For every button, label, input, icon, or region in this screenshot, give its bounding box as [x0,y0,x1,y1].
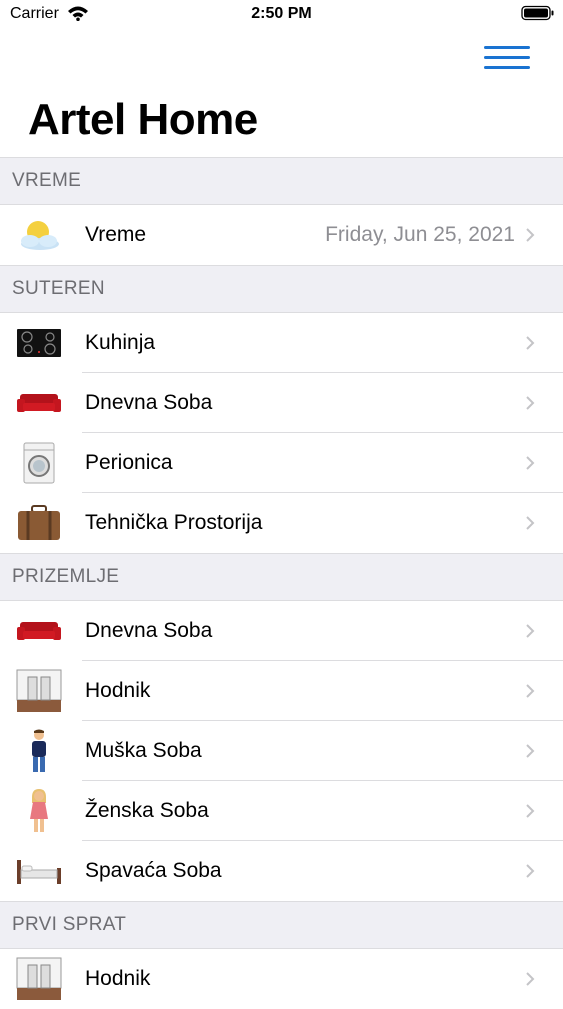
rooms-table: VREME Vreme Friday, Jun 25, 2021 SUTEREN… [0,157,563,1009]
chevron-right-icon [526,804,535,818]
menu-icon-bar-3 [484,66,530,69]
chevron-right-icon [526,864,535,878]
section-header-prizemlje: PRIZEMLJE [0,553,563,601]
sun-cloud-icon [16,213,62,257]
list-item-hodnik[interactable]: Hodnik [0,661,563,721]
chevron-right-icon [526,396,535,410]
bed-icon [16,849,62,893]
chevron-right-icon [526,744,535,758]
row-label: Ženska Soba [85,799,209,822]
row-label: Dnevna Soba [85,619,213,642]
section-header-vreme: VREME [0,157,563,205]
battery-icon [521,5,555,26]
row-label: Kuhinja [85,331,156,354]
suitcase-icon [16,501,62,545]
status-bar: Carrier 2:50 PM [0,0,563,30]
chevron-right-icon [526,624,535,638]
list-item-vreme[interactable]: Vreme Friday, Jun 25, 2021 [0,205,563,265]
row-label: Spavaća Soba [85,859,222,882]
list-item-dnevna-soba[interactable]: Dnevna Soba [0,601,563,661]
section-header-suteren: SUTEREN [0,265,563,313]
row-label: Hodnik [85,967,151,990]
chevron-right-icon [526,972,535,986]
woman-icon [16,789,62,833]
menu-icon-bar-2 [484,56,530,59]
hallway-icon [16,669,62,713]
man-icon [16,729,62,773]
section-header-prvi-sprat: PRVI SPRAT [0,901,563,949]
list-item-perionica[interactable]: Perionica [0,433,563,493]
row-label: Hodnik [85,679,151,702]
stove-icon [16,321,62,365]
list-item-dnevna-soba[interactable]: Dnevna Soba [0,373,563,433]
list-item-tehnicka-prostorija[interactable]: Tehnička Prostorija [0,493,563,553]
row-label: Perionica [85,451,173,474]
list-item-spavaca-soba[interactable]: Spavaća Soba [0,841,563,901]
chevron-right-icon [526,684,535,698]
list-item-kuhinja[interactable]: Kuhinja [0,313,563,373]
row-label: Muška Soba [85,739,202,762]
menu-icon-bar-1 [484,46,530,49]
menu-button[interactable] [478,38,536,78]
list-item-zenska-soba[interactable]: Ženska Soba [0,781,563,841]
sofa-icon [16,381,62,425]
hallway-icon [16,957,62,1001]
chevron-right-icon [526,456,535,470]
chevron-right-icon [526,228,535,242]
row-label: Tehnička Prostorija [85,511,263,534]
chevron-right-icon [526,516,535,530]
sofa-icon [16,609,62,653]
page-title: Artel Home [28,95,258,144]
list-item-muska-soba[interactable]: Muška Soba [0,721,563,781]
row-label: Dnevna Soba [85,391,213,414]
washing-machine-icon [16,441,62,485]
row-label: Vreme [85,223,147,246]
chevron-right-icon [526,336,535,350]
list-item-hodnik[interactable]: Hodnik [0,949,563,1009]
clock-label: 2:50 PM [251,5,312,22]
date-detail: Friday, Jun 25, 2021 [325,223,515,246]
